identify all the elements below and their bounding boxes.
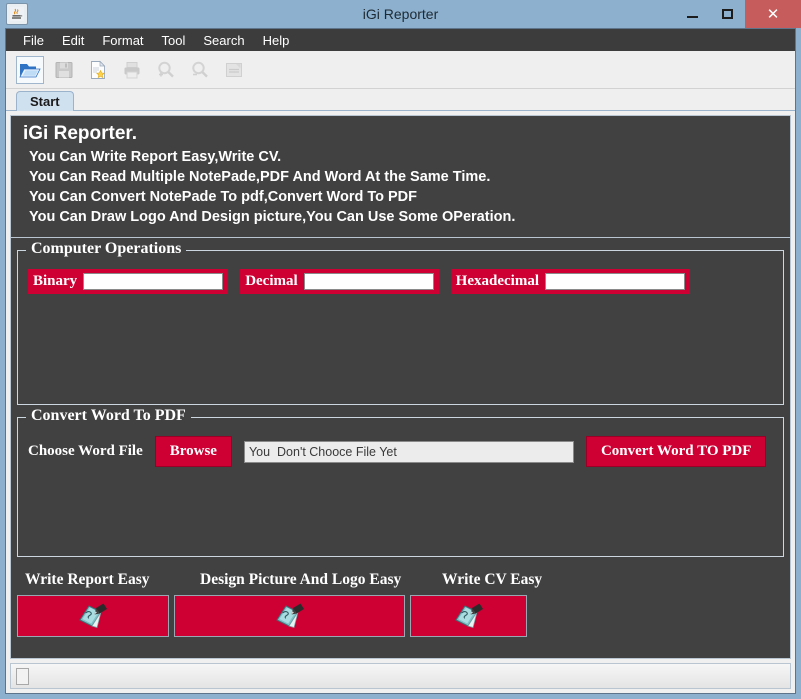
menu-bar: File Edit Format Tool Search Help	[6, 29, 795, 51]
notepad-pencil-icon	[76, 601, 110, 631]
save-as-button	[220, 56, 248, 84]
menu-item-search[interactable]: Search	[194, 31, 253, 50]
save-button	[50, 56, 78, 84]
save-floppy-icon	[54, 60, 74, 80]
new-document-icon	[88, 60, 108, 80]
open-folder-icon	[19, 60, 41, 80]
new-document-button[interactable]	[84, 56, 112, 84]
print-icon	[122, 60, 142, 80]
zoom-out-button	[186, 56, 214, 84]
close-icon: ✕	[766, 6, 780, 23]
design-picture-button[interactable]	[174, 595, 405, 637]
client-area: File Edit Format Tool Search Help Start …	[5, 28, 796, 694]
window-controls: ✕	[675, 0, 801, 28]
hexadecimal-input[interactable]	[545, 273, 685, 290]
decimal-field-group: Decimal	[240, 269, 439, 294]
computer-operations-title: Computer Operations	[26, 240, 187, 258]
intro-text-block: iGi Reporter. You Can Write Report Easy,…	[11, 116, 790, 238]
tab-start[interactable]: Start	[16, 91, 74, 111]
shortcut-buttons	[17, 595, 784, 637]
main-panel: iGi Reporter. You Can Write Report Easy,…	[10, 115, 791, 659]
notepad-pencil-icon	[273, 601, 307, 631]
convert-word-to-pdf-button[interactable]: Convert Word TO PDF	[585, 436, 767, 467]
title-bar: iGi Reporter ✕	[0, 0, 801, 28]
menu-item-format[interactable]: Format	[93, 31, 152, 50]
notepad-pencil-icon	[452, 601, 486, 631]
shortcut-labels: Write Report Easy Design Picture And Log…	[17, 571, 784, 589]
write-cv-easy-label: Write CV Easy	[442, 571, 543, 588]
shortcut-row: Write Report Easy Design Picture And Log…	[17, 571, 784, 658]
zoom-in-icon	[156, 60, 176, 80]
file-path-input[interactable]	[243, 440, 574, 463]
binary-label: Binary	[33, 273, 78, 289]
intro-line-2: You Can Read Multiple NotePade,PDF And W…	[29, 169, 491, 185]
save-as-icon	[224, 60, 244, 80]
minimize-icon	[687, 16, 698, 18]
browse-button[interactable]: Browse	[154, 436, 232, 467]
menu-item-edit[interactable]: Edit	[53, 31, 93, 50]
write-report-easy-label: Write Report Easy	[25, 571, 150, 588]
intro-line-3: You Can Convert NotePade To pdf,Convert …	[29, 189, 418, 205]
page-title: iGi Reporter.	[23, 123, 138, 144]
hexadecimal-label: Hexadecimal	[455, 273, 539, 289]
intro-line-1: You Can Write Report Easy,Write CV.	[29, 149, 282, 165]
convert-word-group: Convert Word To PDF Choose Word File Bro…	[17, 407, 784, 557]
maximize-icon	[722, 9, 733, 19]
decimal-label: Decimal	[245, 273, 298, 289]
zoom-out-icon	[190, 60, 210, 80]
design-picture-logo-easy-label: Design Picture And Logo Easy	[200, 571, 402, 588]
intro-line-4: You Can Draw Logo And Design picture,You…	[29, 209, 516, 225]
convert-word-body: Choose Word File Browse Convert Word TO …	[18, 418, 783, 467]
binary-field-group: Binary	[28, 269, 229, 294]
close-button[interactable]: ✕	[745, 0, 801, 28]
menu-item-help[interactable]: Help	[254, 31, 299, 50]
hexadecimal-field-group: Hexadecimal	[450, 269, 690, 294]
convert-word-title: Convert Word To PDF	[26, 407, 191, 425]
zoom-in-button	[152, 56, 180, 84]
minimize-button[interactable]	[675, 0, 710, 28]
status-bar	[10, 663, 791, 689]
binary-input[interactable]	[83, 273, 224, 290]
write-report-button[interactable]	[17, 595, 169, 637]
choose-word-file-label: Choose Word File	[28, 443, 143, 459]
menu-item-file[interactable]: File	[14, 31, 53, 50]
java-coffee-cup-icon	[6, 3, 28, 25]
tab-strip: Start	[6, 89, 795, 111]
menu-item-tool[interactable]: Tool	[153, 31, 195, 50]
open-folder-button[interactable]	[16, 55, 44, 84]
print-button	[118, 56, 146, 84]
decimal-input[interactable]	[303, 273, 434, 290]
write-cv-button[interactable]	[410, 595, 527, 637]
resize-grip-icon[interactable]	[16, 667, 29, 685]
toolbar	[6, 51, 795, 89]
computer-operations-group: Computer Operations Binary Decimal Hexad…	[17, 240, 784, 405]
application-window: iGi Reporter ✕ File Edit Format Tool Sea…	[0, 0, 801, 699]
maximize-button[interactable]	[710, 0, 745, 28]
